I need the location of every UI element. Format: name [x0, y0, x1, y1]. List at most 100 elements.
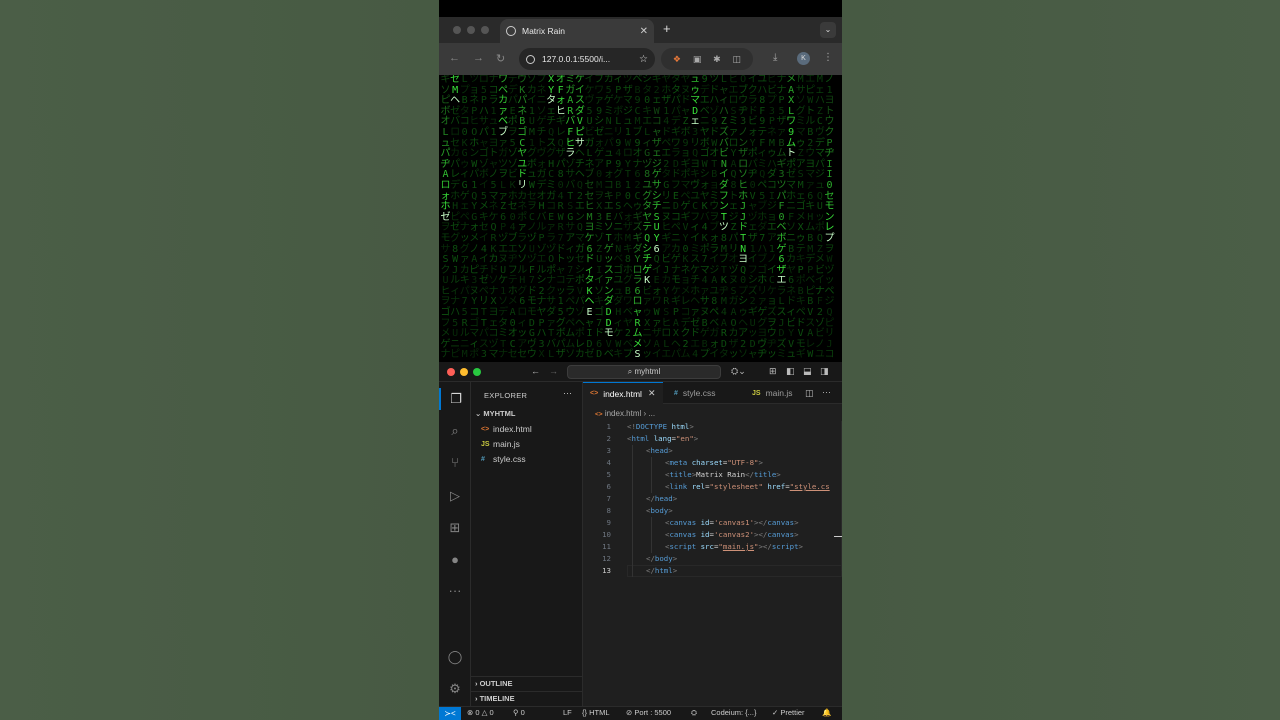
- minimize-window-dot[interactable]: [460, 368, 468, 376]
- line-number: 1: [606, 422, 611, 431]
- line-number: 10: [602, 530, 611, 539]
- run-debug-icon[interactable]: ▷: [439, 485, 471, 507]
- css-file-icon: #: [674, 389, 678, 397]
- toggle-secondary-sidebar-icon[interactable]: ◨: [820, 366, 829, 377]
- minimap-cursor: [834, 536, 842, 537]
- command-center-search[interactable]: ⌕ myhtml: [567, 365, 721, 379]
- screenshot-icon[interactable]: ▣: [693, 54, 702, 65]
- extensions-group: ❖ ▣ ✱ ◫: [661, 48, 753, 70]
- new-tab-button[interactable]: +: [663, 21, 671, 36]
- more-views-icon[interactable]: ···: [439, 580, 471, 602]
- vscode-title-bar: ← → ⌕ myhtml ⛭⌄ ⊞ ◧ ⬓ ◨: [439, 362, 842, 382]
- file-name: style.css: [493, 454, 526, 464]
- puzzle-icon[interactable]: ✱: [713, 54, 721, 65]
- remote-indicator[interactable]: ≻<: [439, 707, 461, 720]
- eol-status[interactable]: LF: [563, 708, 572, 717]
- code-line: 11 <script src="main.js"></script>: [583, 541, 842, 553]
- account-icon[interactable]: ◯: [439, 646, 471, 668]
- divider: [471, 676, 583, 677]
- address-bar[interactable]: 127.0.0.1:5500/i... ☆: [519, 48, 655, 70]
- code-line: 8 <body>: [583, 505, 842, 517]
- editor-more-icon[interactable]: ···: [822, 387, 831, 397]
- github-icon[interactable]: ●: [439, 549, 471, 571]
- line-number: 2: [606, 434, 611, 443]
- close-tab-icon[interactable]: ✕: [640, 26, 648, 37]
- code-line: 3 <head>: [583, 445, 842, 457]
- globe-icon: [506, 26, 516, 36]
- workspace-folder[interactable]: ⌄ MYHTML: [475, 409, 515, 418]
- file-name: main.js: [493, 439, 520, 449]
- editor-scrollbar[interactable]: [841, 421, 842, 571]
- matrix-column: ノ1ヨトウクPヂII0セモンレプヲWヅッペジQピリJコ: [824, 75, 835, 361]
- extensions-icon[interactable]: ⊞: [439, 517, 471, 539]
- code-line: 10 <canvas id='canvas2'></canvas>: [583, 529, 842, 541]
- customize-layout-icon[interactable]: ⊞: [769, 366, 777, 377]
- language-status[interactable]: {} HTML: [582, 708, 610, 717]
- download-icon[interactable]: ⤓: [773, 52, 777, 63]
- tab-search-button[interactable]: ⌄: [820, 22, 836, 38]
- file-name: index.html: [493, 424, 532, 434]
- tab-label: main.js: [765, 388, 793, 398]
- live-server-port[interactable]: ⊘ Port : 5500: [626, 708, 671, 717]
- js-file-icon: JS: [481, 440, 490, 448]
- forward-arrow-icon[interactable]: →: [549, 366, 558, 376]
- split-editor-icon[interactable]: ◫: [805, 388, 814, 399]
- code-line: 12 </body>: [583, 553, 842, 565]
- tab-style-css[interactable]: # style.css: [667, 382, 723, 404]
- explorer-title: EXPLORER: [484, 391, 528, 400]
- back-icon[interactable]: ←: [449, 52, 460, 64]
- browser-tab-title: Matrix Rain: [522, 26, 565, 36]
- code-editor[interactable]: 1 <!DOCTYPE html> 2 <html lang="en"> 3 <hea…: [583, 421, 842, 577]
- file-item-style-css[interactable]: # style.css: [481, 454, 526, 464]
- code-line: 6 <link rel="stylesheet" href="style.cs: [583, 481, 842, 493]
- timeline-section[interactable]: › TIMELINE: [475, 694, 515, 703]
- codeium-status[interactable]: Codeium: {...}: [711, 708, 756, 717]
- source-control-icon[interactable]: ⑂: [439, 452, 471, 474]
- close-window-dot[interactable]: [453, 26, 461, 34]
- forward-icon[interactable]: →: [473, 52, 484, 64]
- tab-main-js[interactable]: JS main.js: [745, 382, 800, 404]
- background-left: [0, 0, 439, 720]
- copilot-icon[interactable]: ⛭⌄: [731, 366, 746, 377]
- line-number: 6: [606, 482, 611, 491]
- line-number: 5: [606, 470, 611, 479]
- toggle-sidebar-icon[interactable]: ◧: [786, 366, 795, 377]
- site-info-icon[interactable]: [526, 54, 535, 64]
- matrix-rain-canvas: ギソピボオLュパヂAロォホゼヲモサSクUヒヲゴフメゲナゼMヘゼバロセカパレデホH…: [439, 75, 842, 362]
- profile-avatar[interactable]: K: [797, 52, 810, 65]
- browser-tab[interactable]: Matrix Rain ✕: [500, 19, 654, 43]
- copilot-status-icon[interactable]: ⛭: [691, 708, 697, 718]
- zoom-window-dot[interactable]: [481, 26, 489, 34]
- tab-index-html[interactable]: <> index.html ✕: [583, 382, 663, 404]
- file-item-index-html[interactable]: <> index.html: [481, 424, 532, 434]
- reload-icon[interactable]: ↻: [496, 52, 505, 65]
- close-tab-icon[interactable]: ✕: [648, 388, 656, 399]
- browser-menu-icon[interactable]: ⋮: [823, 52, 833, 63]
- extension-icon[interactable]: ❖: [673, 54, 681, 65]
- outline-section[interactable]: › OUTLINE: [475, 679, 513, 688]
- notifications-bell-icon[interactable]: 🔔: [822, 708, 831, 717]
- prettier-status[interactable]: ✓ Prettier: [772, 708, 805, 717]
- search-icon[interactable]: ⌕: [439, 420, 471, 442]
- html-file-icon: <>: [481, 425, 490, 433]
- close-window-dot[interactable]: [447, 368, 455, 376]
- line-number: 11: [602, 542, 611, 551]
- zoom-window-dot[interactable]: [473, 368, 481, 376]
- minimize-window-dot[interactable]: [467, 26, 475, 34]
- code-line: 9 <canvas id='canvas1'></canvas>: [583, 517, 842, 529]
- toggle-panel-icon[interactable]: ⬓: [803, 366, 812, 377]
- back-arrow-icon[interactable]: ←: [531, 366, 540, 376]
- line-number: 3: [606, 446, 611, 455]
- explorer-icon[interactable]: ❐: [439, 388, 471, 410]
- explorer-more-icon[interactable]: ···: [563, 388, 572, 398]
- file-item-main-js[interactable]: JS main.js: [481, 439, 520, 449]
- breadcrumb[interactable]: <> index.html › ...: [595, 409, 655, 418]
- settings-gear-icon[interactable]: ⚙: [439, 678, 471, 700]
- ports-status[interactable]: ⚲ 0: [513, 708, 525, 717]
- problems-status[interactable]: ⊗ 0 △ 0: [467, 708, 494, 717]
- line-number: 13: [602, 566, 611, 575]
- html-file-icon: <>: [595, 411, 603, 418]
- sidepanel-icon[interactable]: ◫: [733, 54, 742, 65]
- bookmark-star-icon[interactable]: ☆: [639, 54, 648, 65]
- background-right: [842, 0, 1280, 720]
